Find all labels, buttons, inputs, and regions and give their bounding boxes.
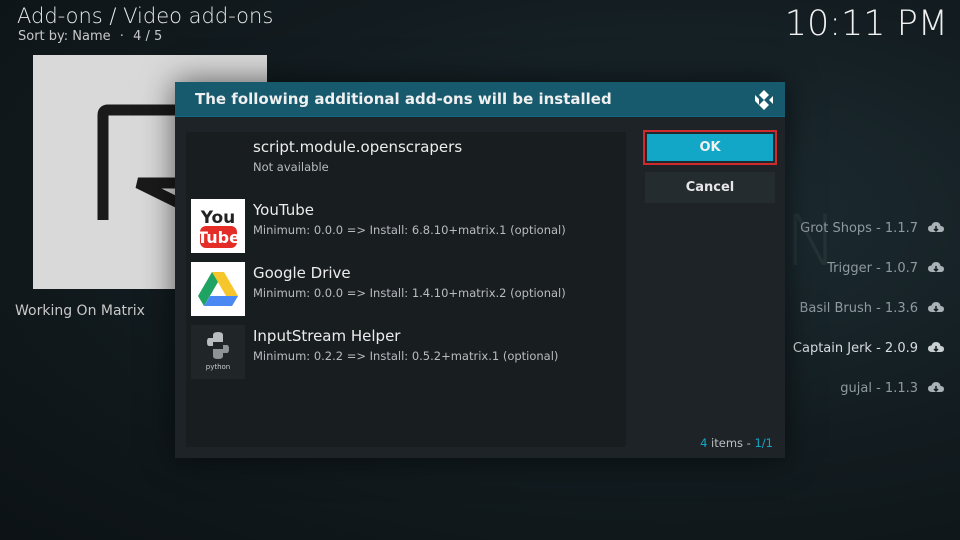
- addon-name: Google Drive: [253, 264, 351, 282]
- dialog-header: The following additional add-ons will be…: [175, 82, 785, 117]
- kodi-logo-icon: [755, 90, 773, 110]
- cloud-download-icon: [928, 342, 944, 353]
- addon-name: script.module.openscrapers: [253, 138, 463, 156]
- google-drive-icon: [191, 262, 245, 316]
- item-counter: 4 items - 1/1: [700, 436, 773, 450]
- blank-icon: [191, 136, 245, 190]
- cloud-download-icon: [928, 302, 944, 313]
- addon-detail: Minimum: 0.0.0 => Install: 6.8.10+matrix…: [253, 223, 566, 237]
- page-title: Add-ons / Video add-ons: [17, 4, 274, 28]
- addon-detail: Not available: [253, 160, 329, 174]
- svg-text:You: You: [200, 208, 236, 228]
- list-item[interactable]: python InputStream Helper Minimum: 0.2.2…: [191, 323, 621, 381]
- dialog-title: The following additional add-ons will be…: [195, 90, 612, 108]
- cloud-download-icon: [928, 222, 944, 233]
- item-position: 4 / 5: [133, 29, 163, 44]
- cancel-button[interactable]: Cancel: [645, 172, 775, 203]
- python-icon: python: [191, 325, 245, 379]
- list-item-label: Grot Shops - 1.1.7: [800, 220, 918, 236]
- install-dependencies-dialog: The following additional add-ons will be…: [175, 82, 785, 458]
- svg-text:python: python: [206, 363, 231, 371]
- addon-detail: Minimum: 0.0.0 => Install: 1.4.10+matrix…: [253, 286, 566, 300]
- list-item-label: gujal - 1.1.3: [840, 380, 918, 396]
- ok-button[interactable]: OK: [643, 130, 777, 165]
- list-item-label: Trigger - 1.0.7: [827, 260, 918, 276]
- addon-name: InputStream Helper: [253, 327, 401, 345]
- thumbnail-caption: Working On Matrix: [15, 303, 145, 319]
- youtube-icon: You Tube: [191, 199, 245, 253]
- clock: 10:11 PM: [784, 4, 948, 44]
- cloud-download-icon: [928, 262, 944, 273]
- item-count-text: items -: [707, 436, 755, 450]
- dependency-list: script.module.openscrapers Not available…: [186, 132, 626, 447]
- list-item[interactable]: Google Drive Minimum: 0.0.0 => Install: …: [191, 260, 621, 318]
- list-item-label: Basil Brush - 1.3.6: [799, 300, 918, 316]
- list-item-label: Captain Jerk - 2.0.9: [792, 340, 918, 356]
- page-indicator: 1/1: [754, 436, 773, 450]
- sort-info: Sort by: Name · 4 / 5: [18, 29, 162, 44]
- list-item[interactable]: You Tube YouTube Minimum: 0.0.0 => Insta…: [191, 197, 621, 255]
- cloud-download-icon: [928, 382, 944, 393]
- sort-label[interactable]: Sort by: Name: [18, 29, 111, 44]
- svg-text:Tube: Tube: [197, 228, 240, 247]
- separator-dot: ·: [119, 29, 124, 44]
- addon-detail: Minimum: 0.2.2 => Install: 0.5.2+matrix.…: [253, 349, 559, 363]
- list-item[interactable]: script.module.openscrapers Not available: [191, 134, 621, 192]
- addon-name: YouTube: [253, 201, 314, 219]
